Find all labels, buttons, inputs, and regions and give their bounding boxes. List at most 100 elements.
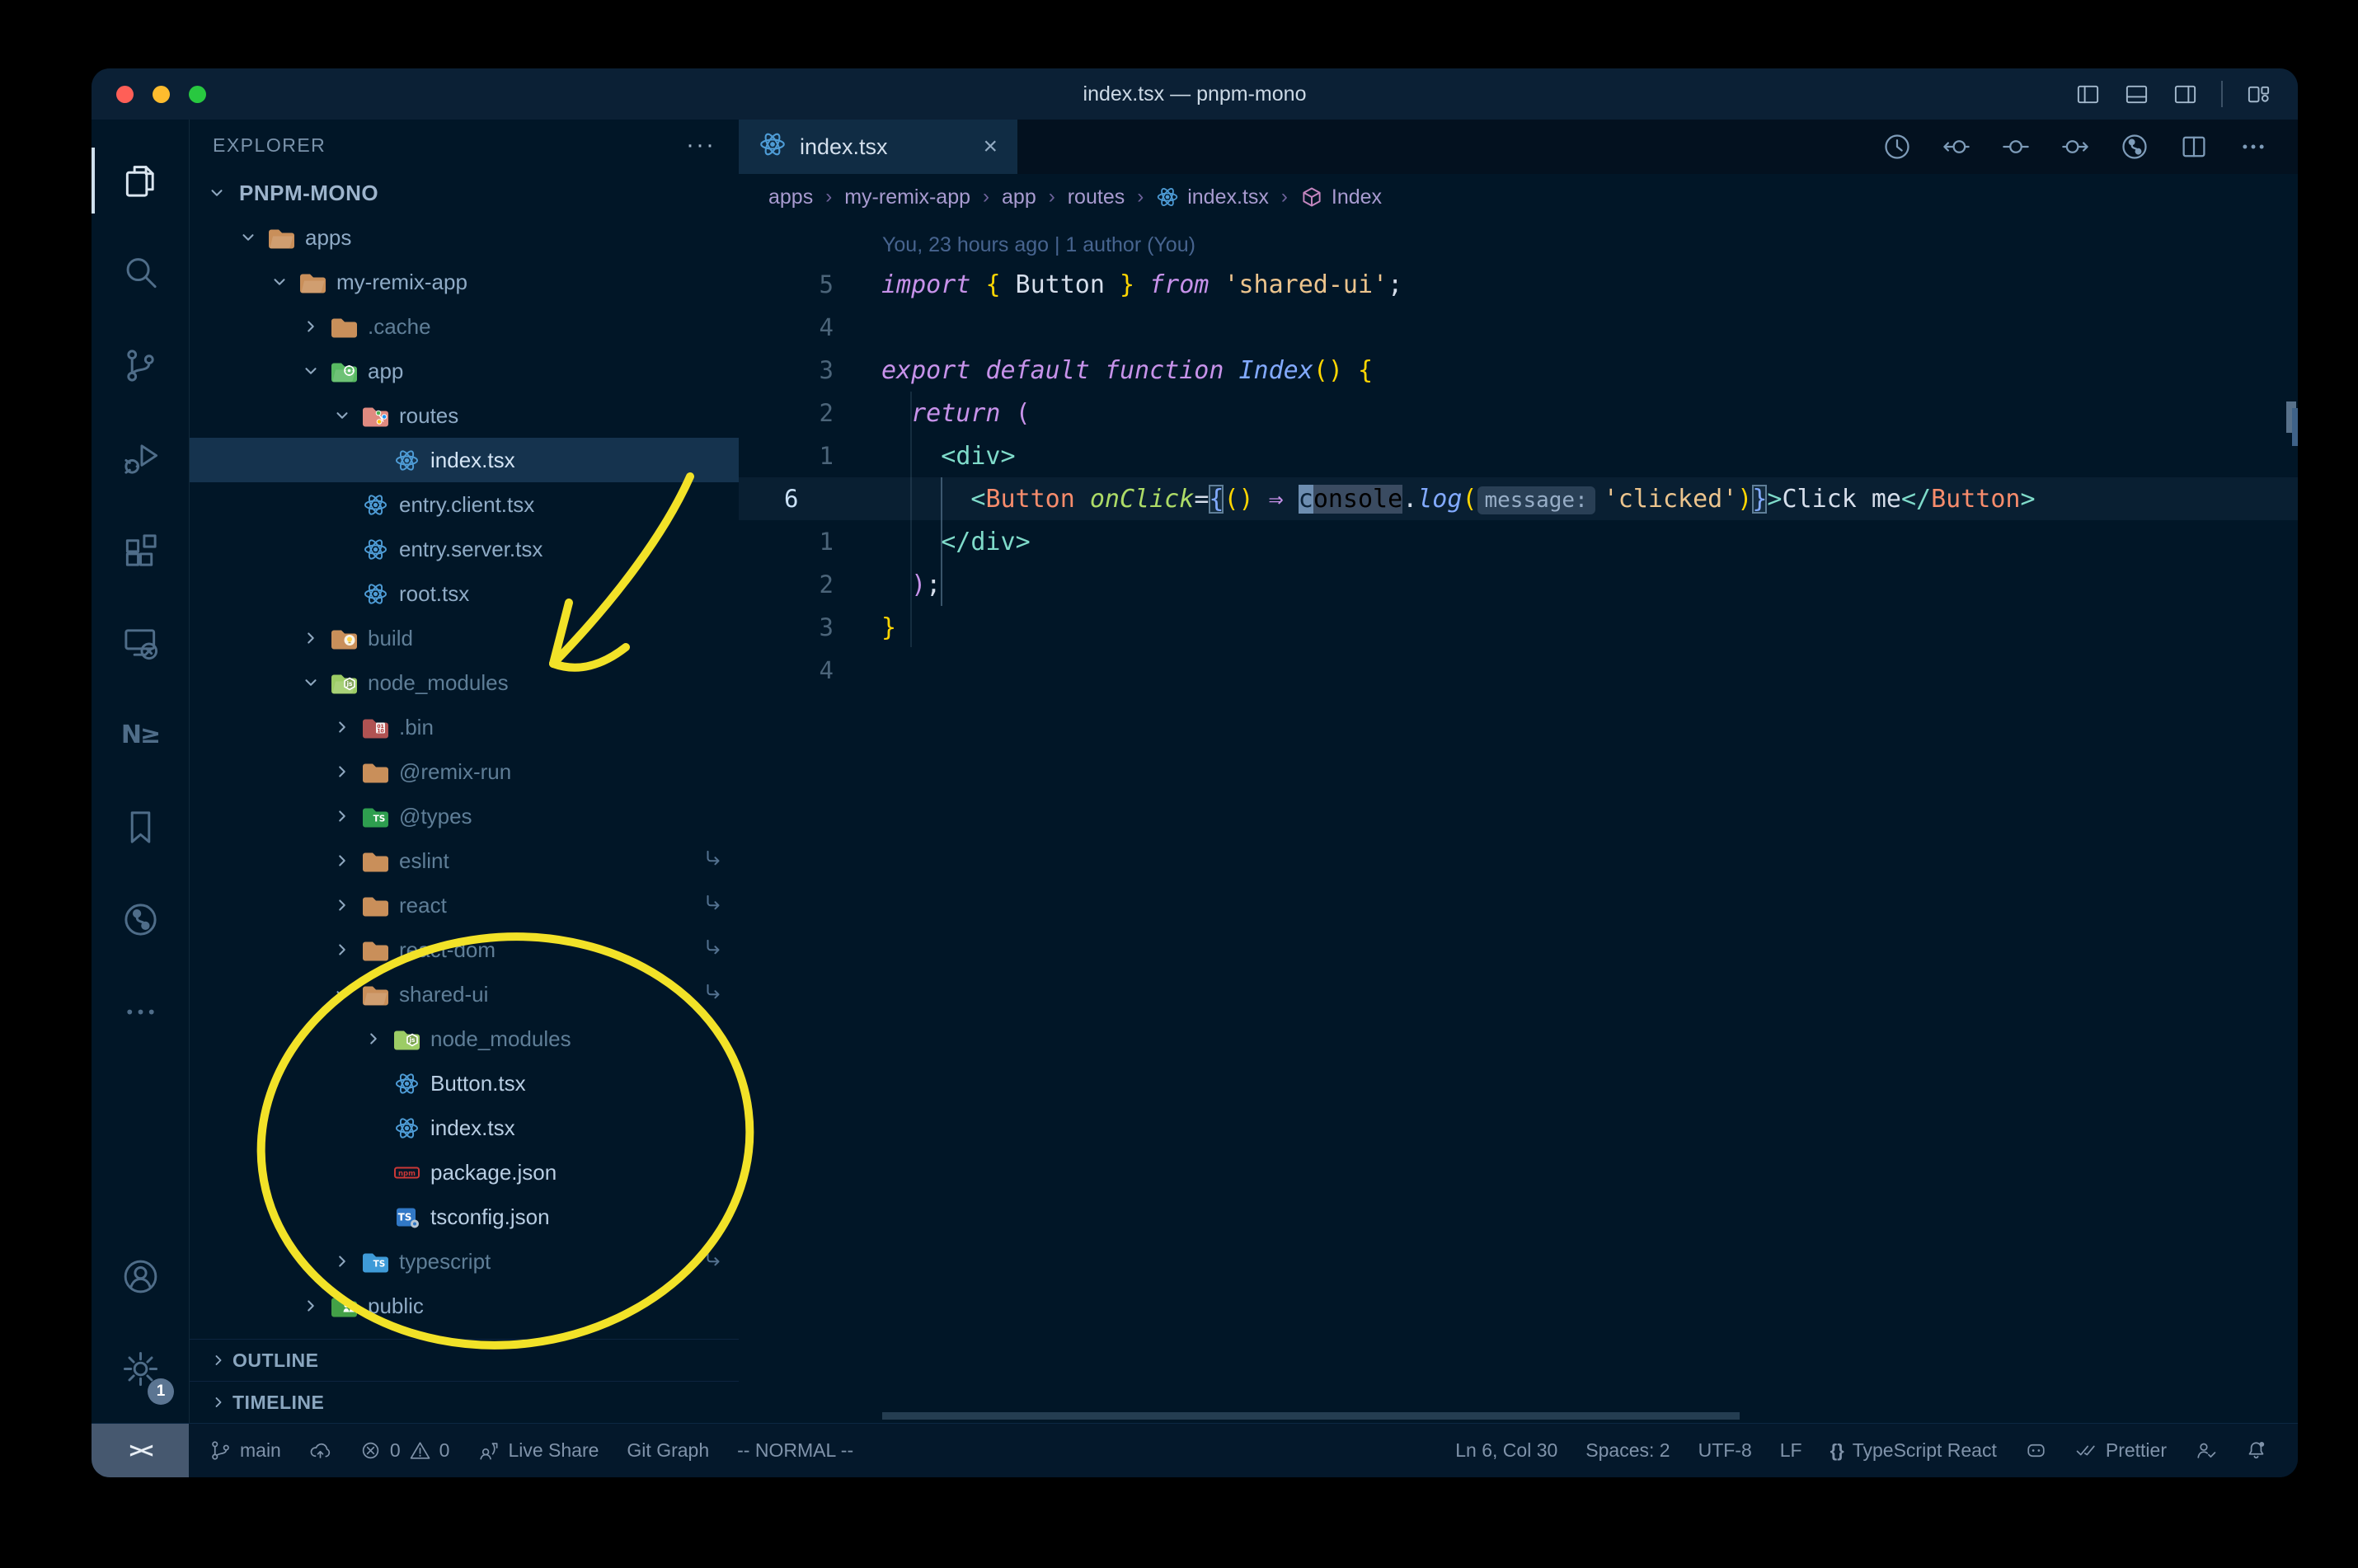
chevron-open-icon[interactable] [326, 985, 358, 1003]
tree-item-eslint[interactable]: eslint [190, 838, 739, 883]
statusbar-indentation[interactable]: Spaces: 2 [1571, 1439, 1684, 1462]
tree-item-shared-ui[interactable]: shared-ui [190, 972, 739, 1016]
breadcrumb-item-routes[interactable]: routes [1068, 185, 1125, 209]
nav-forward-icon[interactable] [2060, 132, 2090, 162]
sidebar-section-timeline[interactable]: TIMELINE [190, 1381, 739, 1423]
tree-item-node-modules[interactable]: js node_modules [190, 1016, 739, 1061]
close-tab-icon[interactable]: × [983, 134, 998, 159]
activitybar-item-source-control[interactable] [92, 319, 189, 411]
chevron-closed-icon[interactable] [204, 1352, 233, 1368]
tree-item-bin[interactable]: 01 10 .bin [190, 705, 739, 749]
chevron-closed-icon[interactable] [326, 896, 358, 914]
tree-item-react-dom[interactable]: react-dom [190, 927, 739, 972]
chevron-open-icon[interactable] [295, 674, 326, 692]
tree-item-typescript[interactable]: TS typescript [190, 1239, 739, 1284]
activitybar-item-explorer[interactable] [92, 134, 189, 227]
gitlens-icon[interactable] [2120, 132, 2149, 162]
tab-index-tsx[interactable]: index.tsx × [739, 120, 1017, 174]
layout-panel-icon[interactable] [2124, 82, 2149, 107]
layout-sidebar-left-icon[interactable] [2075, 82, 2101, 107]
minimize-window-button[interactable] [153, 85, 170, 103]
chevron-closed-icon[interactable] [295, 1297, 326, 1315]
chevron-closed-icon[interactable] [295, 317, 326, 336]
tree-item-index-tsx[interactable]: index.tsx [190, 438, 739, 482]
tree-item-react[interactable]: react [190, 883, 739, 927]
split-editor-icon[interactable] [2179, 132, 2209, 162]
tree-item-app[interactable]: app [190, 349, 739, 393]
activitybar-item-remote-explorer[interactable] [92, 596, 189, 688]
activitybar-item-more-views[interactable] [92, 965, 189, 1058]
statusbar-encoding[interactable]: UTF-8 [1684, 1439, 1766, 1462]
tree-item-cache[interactable]: .cache [190, 304, 739, 349]
statusbar-copilot[interactable] [2011, 1439, 2061, 1462]
more-icon[interactable] [2238, 132, 2268, 162]
code-editor[interactable]: You, 23 hours ago | 1 author (You) 5 impo… [739, 220, 2298, 1423]
tree-item-public[interactable]: public [190, 1284, 739, 1328]
statusbar-cursor-position[interactable]: Ln 6, Col 30 [1441, 1439, 1571, 1462]
nav-back-icon[interactable] [1942, 132, 1971, 162]
breadcrumb-item-apps[interactable]: apps [768, 185, 813, 209]
activitybar-item-search[interactable] [92, 227, 189, 319]
activitybar-item-extensions[interactable] [92, 504, 189, 596]
activitybar-item-run-debug[interactable] [92, 411, 189, 504]
remote-indicator[interactable]: >< [92, 1424, 189, 1477]
tree-item-button-tsx[interactable]: Button.tsx [190, 1061, 739, 1106]
activitybar-item-gitlens[interactable] [92, 873, 189, 965]
statusbar-live-share[interactable]: Live Share [463, 1439, 613, 1462]
chevron-closed-icon[interactable] [326, 807, 358, 825]
close-window-button[interactable] [116, 85, 134, 103]
tree-item-entry-server-tsx[interactable]: entry.server.tsx [190, 527, 739, 571]
statusbar-prettier[interactable]: Prettier [2061, 1439, 2181, 1462]
chevron-open-icon[interactable] [295, 362, 326, 380]
tree-item-index-tsx[interactable]: index.tsx [190, 1106, 739, 1150]
statusbar-language-mode[interactable]: {} TypeScript React [1816, 1439, 2011, 1462]
statusbar-git-graph[interactable]: Git Graph [613, 1439, 723, 1462]
chevron-open-icon[interactable] [233, 228, 264, 246]
chevron-closed-icon[interactable] [326, 1252, 358, 1270]
tree-item-my-remix-app[interactable]: my-remix-app [190, 260, 739, 304]
statusbar-publish[interactable] [295, 1439, 345, 1462]
chevron-closed-icon[interactable] [326, 763, 358, 781]
activitybar-item-accounts[interactable] [92, 1230, 189, 1322]
tree-root-pnpm-mono[interactable]: PNPM-MONO [190, 171, 739, 215]
tree-item-routes[interactable]: routes [190, 393, 739, 438]
breadcrumb-item-index[interactable]: Index [1300, 185, 1382, 209]
statusbar-eol[interactable]: LF [1766, 1439, 1816, 1462]
tree-item-build[interactable]: build [190, 616, 739, 660]
breadcrumb-item-index-tsx[interactable]: index.tsx [1156, 185, 1269, 209]
chevron-closed-icon[interactable] [326, 941, 358, 959]
chevron-open-icon[interactable] [326, 406, 358, 425]
activitybar-item-nx-console[interactable]: N≥ [92, 688, 189, 781]
tree-item-entry-client-tsx[interactable]: entry.client.tsx [190, 482, 739, 527]
breadcrumb-item-app[interactable]: app [1002, 185, 1036, 209]
layout-sidebar-right-icon[interactable] [2172, 82, 2198, 107]
activitybar-item-settings[interactable]: 1 [92, 1322, 189, 1415]
sidebar-section-outline[interactable]: OUTLINE [190, 1339, 739, 1381]
breadcrumb-item-my-remix-app[interactable]: my-remix-app [844, 185, 970, 209]
statusbar-problems[interactable]: 00 [345, 1439, 464, 1462]
zoom-window-button[interactable] [189, 85, 206, 103]
tree-item-node-modules[interactable]: js node_modules [190, 660, 739, 705]
layout-customize-icon[interactable] [2246, 82, 2271, 107]
tree-item-package-json[interactable]: npm package.json [190, 1150, 739, 1195]
statusbar-person[interactable] [2181, 1439, 2231, 1462]
statusbar-vim-mode[interactable]: -- NORMAL -- [723, 1439, 867, 1462]
chevron-closed-icon[interactable] [358, 1030, 389, 1048]
statusbar-notifications[interactable] [2231, 1439, 2281, 1462]
chevron-closed-icon[interactable] [295, 629, 326, 647]
chevron-closed-icon[interactable] [326, 718, 358, 736]
nav-current-icon[interactable] [2001, 132, 2031, 162]
history-clock-icon[interactable] [1882, 132, 1912, 162]
tree-item-apps[interactable]: apps [190, 215, 739, 260]
chevron-closed-icon[interactable] [326, 852, 358, 870]
sidebar-more-actions-icon[interactable]: ··· [686, 131, 716, 159]
tree-item-types[interactable]: TS @types [190, 794, 739, 838]
chevron-closed-icon[interactable] [204, 1394, 233, 1411]
chevron-open-icon[interactable] [201, 184, 233, 202]
tree-item-root-tsx[interactable]: root.tsx [190, 571, 739, 616]
chevron-open-icon[interactable] [264, 273, 295, 291]
tree-item-remix-run[interactable]: @remix-run [190, 749, 739, 794]
horizontal-scrollbar[interactable] [882, 1412, 1740, 1420]
activitybar-item-bookmarks[interactable] [92, 781, 189, 873]
statusbar-git-branch[interactable]: main [195, 1439, 295, 1462]
